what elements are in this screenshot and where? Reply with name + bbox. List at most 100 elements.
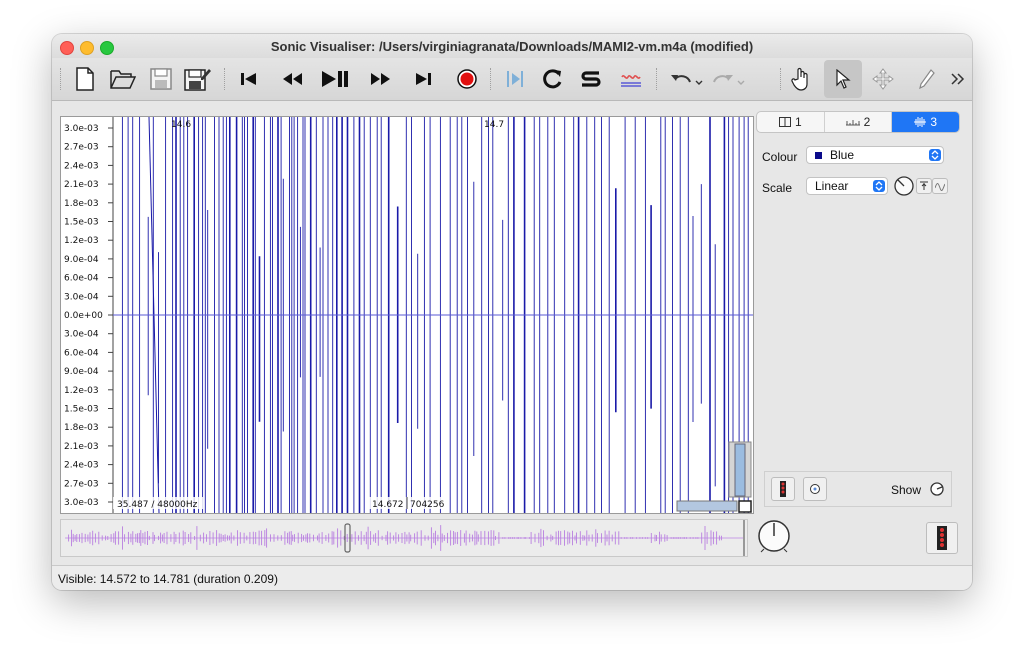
toolbar-separator: [656, 68, 657, 90]
y-tick-label: 1.2e-03: [64, 236, 99, 246]
move-tool-button[interactable]: [868, 64, 898, 94]
new-file-icon: [76, 67, 94, 91]
y-tick-label: 2.1e-03: [64, 442, 99, 452]
navigate-tool-button[interactable]: [786, 64, 816, 94]
layer-meter-button[interactable]: [771, 477, 795, 501]
show-toggle[interactable]: [929, 481, 945, 497]
draw-pencil-icon: [919, 69, 935, 90]
save-as-icon: [184, 69, 211, 91]
title-bar: Sonic Visualiser: /Users/virginiagranata…: [52, 34, 972, 58]
play-selection-icon: [507, 71, 523, 87]
layer-meter-icon: [937, 526, 947, 550]
y-tick-label: 6.0e-04: [64, 274, 99, 284]
y-tick-label: 1.5e-03: [64, 218, 99, 228]
save-button[interactable]: [146, 64, 176, 94]
new-file-button[interactable]: [70, 64, 100, 94]
gain-dial[interactable]: [892, 174, 916, 198]
tab-ruler[interactable]: 2: [825, 112, 893, 132]
record-button[interactable]: [452, 64, 482, 94]
y-tick-label: 1.2e-03: [64, 386, 99, 396]
playback-gain-dial[interactable]: [756, 518, 792, 554]
overview-waveform: [65, 520, 745, 556]
rewind-icon: [283, 73, 302, 85]
solo-button[interactable]: [576, 64, 606, 94]
ruler-icon: [845, 120, 860, 126]
colour-select[interactable]: Blue: [806, 146, 944, 164]
tab-waveform[interactable]: 3: [892, 112, 959, 132]
zoom-reset-box: [738, 500, 752, 513]
align-button[interactable]: [616, 64, 646, 94]
layer-tabs: 1 2 3: [756, 111, 960, 133]
move-icon: [872, 68, 894, 90]
more-chevron-icon: [951, 73, 965, 85]
property-pane: 1 2 3 Colour Blue Scale Linear Show: [756, 111, 962, 511]
play-pause-icon: [322, 71, 348, 87]
tab-ruler-label: 2: [863, 115, 871, 129]
play-selection-button[interactable]: [500, 64, 530, 94]
rewind-start-icon: [241, 73, 256, 85]
cursor-frame-readout: 704256: [410, 500, 445, 510]
select-arrow-icon: [873, 180, 885, 192]
tab-pane[interactable]: 1: [757, 112, 825, 132]
y-tick-label: 1.8e-03: [64, 199, 99, 209]
rewind-button[interactable]: [278, 64, 308, 94]
open-folder-icon: [110, 70, 136, 89]
colour-value: Blue: [830, 148, 855, 162]
record-icon: [457, 69, 477, 89]
waveform-icon: [914, 117, 927, 127]
more-tools-button[interactable]: [946, 64, 970, 94]
draw-tool-button[interactable]: [912, 64, 942, 94]
rewind-start-button[interactable]: [234, 64, 264, 94]
loop-icon: [543, 69, 562, 89]
layer-playback-button[interactable]: [803, 477, 827, 501]
open-file-button[interactable]: [108, 64, 138, 94]
y-tick-label: 2.4e-03: [64, 161, 99, 171]
select-tool-button[interactable]: [824, 60, 862, 98]
y-tick-label: 2.7e-03: [64, 143, 99, 153]
fast-forward-icon: [371, 73, 390, 85]
align-icon: [621, 75, 641, 87]
layer-controls: Show: [764, 471, 952, 507]
loop-button[interactable]: [538, 64, 568, 94]
y-tick-label: 1.8e-03: [64, 423, 99, 433]
toolbar-separator: [224, 68, 225, 90]
toolbar-separator: [780, 68, 781, 90]
y-tick-label: 2.1e-03: [64, 180, 99, 190]
save-as-button[interactable]: [182, 64, 212, 94]
y-tick-label: 9.0e-04: [64, 255, 99, 265]
scale-select[interactable]: Linear: [806, 177, 888, 195]
sample-rate-info: 35.487 / 48000Hz: [117, 500, 198, 510]
app-window: Sonic Visualiser: /Users/virginiagranata…: [52, 34, 972, 590]
navigate-hand-icon: [791, 67, 808, 91]
y-tick-label: 3.0e-03: [64, 124, 99, 134]
ffwd-end-button[interactable]: [408, 64, 438, 94]
normalize-button[interactable]: [916, 178, 932, 194]
visible-range-status: Visible: 14.572 to 14.781 (duration 0.20…: [58, 572, 278, 586]
redo-button[interactable]: [708, 64, 748, 94]
y-tick-label: 2.4e-03: [64, 461, 99, 471]
y-tick-label: 0.0e+00: [64, 311, 103, 321]
play-pause-button[interactable]: [320, 64, 350, 94]
y-tick-label: 9.0e-04: [64, 367, 99, 377]
layer-summary-button[interactable]: [926, 522, 958, 554]
pane-icon: [778, 117, 791, 127]
undo-button[interactable]: [666, 64, 706, 94]
y-tick-label: 2.7e-03: [64, 479, 99, 489]
cursor-time-readout: 14.672: [372, 500, 404, 510]
main-toolbar: [52, 58, 972, 101]
select-arrow-icon: [836, 69, 851, 89]
toolbar-separator: [490, 68, 491, 90]
waveform-plot: 3.0e-03 2.7e-03 2.4e-03 2.1e-03 1.8e-03 1.5e-…: [61, 117, 753, 513]
overview-pane[interactable]: [60, 519, 748, 557]
scale-value: Linear: [815, 179, 849, 193]
channel-mode-button[interactable]: [932, 178, 948, 194]
fast-forward-button[interactable]: [366, 64, 396, 94]
y-tick-label: 3.0e-03: [64, 498, 99, 508]
time-mark-146: 14.6: [171, 120, 191, 130]
y-tick-label: 6.0e-04: [64, 348, 99, 358]
waveform-pane[interactable]: 3.0e-03 2.7e-03 2.4e-03 2.1e-03 1.8e-03 1.5e-…: [60, 116, 754, 514]
save-icon: [150, 68, 172, 90]
redo-icon: [713, 75, 745, 85]
y-tick-label: 3.0e-04: [64, 330, 99, 340]
status-bar: Visible: 14.572 to 14.781 (duration 0.20…: [52, 565, 972, 590]
